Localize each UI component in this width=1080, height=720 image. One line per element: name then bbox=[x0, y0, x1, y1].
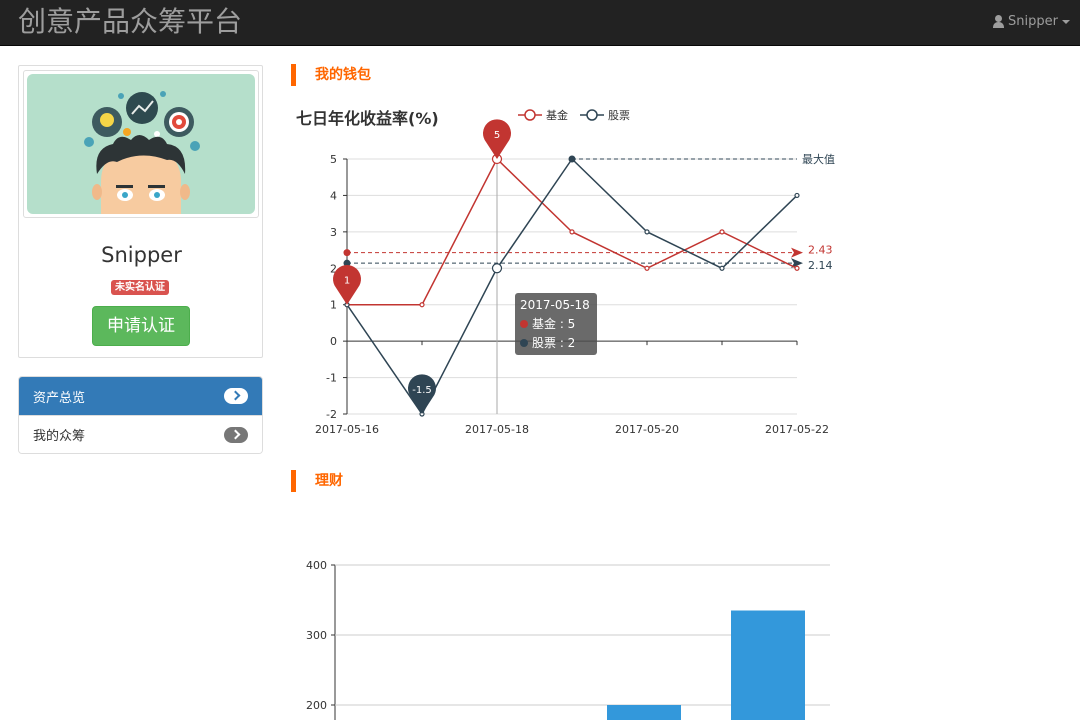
caret-down-icon bbox=[1062, 19, 1070, 24]
menu-item-my-crowdfunding[interactable]: 我的众筹 bbox=[19, 415, 262, 453]
chart-series bbox=[344, 153, 800, 417]
series-line bbox=[346, 157, 798, 416]
y-tick-label: 300 bbox=[306, 629, 327, 642]
profile-panel: Snipper 未实名认证 申请认证 bbox=[18, 65, 263, 358]
data-point bbox=[644, 265, 650, 271]
y-tick-label: -2 bbox=[326, 408, 337, 421]
y-tick-label: 3 bbox=[330, 226, 337, 239]
menu-item-asset-overview[interactable]: 资产总览 bbox=[19, 377, 262, 415]
mark-point-label: 1 bbox=[344, 276, 350, 287]
y-tick-label: -1 bbox=[326, 372, 337, 385]
y-tick-label: 1 bbox=[330, 299, 337, 312]
mark-point-label: 5 bbox=[494, 130, 500, 141]
tooltip-swatch bbox=[520, 339, 528, 347]
user-icon bbox=[992, 15, 1005, 28]
menu-item-label: 我的众筹 bbox=[33, 429, 86, 444]
tooltip-row: 股票 : 2 bbox=[532, 336, 575, 350]
apply-verification-button[interactable]: 申请认证 bbox=[92, 306, 190, 346]
legend-label: 股票 bbox=[608, 109, 630, 122]
data-point bbox=[794, 192, 800, 199]
chart-mark-lines: 2.43 2.14 最大值 bbox=[343, 152, 835, 272]
data-point bbox=[719, 265, 725, 271]
data-point bbox=[644, 229, 650, 235]
verification-status-badge: 未实名认证 bbox=[111, 280, 169, 295]
yield-line-chart: 七日年化收益率(%) 基金 股票 543210-1-22017-05-16 2017… bbox=[296, 108, 835, 436]
avatar-frame bbox=[23, 70, 259, 218]
mark-line-label: 2.14 bbox=[808, 259, 833, 272]
finance-bar-chart: 400 300 200 bbox=[306, 559, 830, 720]
mark-line-label: 最大值 bbox=[802, 152, 835, 166]
data-point bbox=[719, 229, 725, 235]
avatar bbox=[27, 74, 255, 214]
mark-line-start bbox=[343, 249, 351, 257]
chevron-right-icon bbox=[224, 388, 248, 404]
side-menu: 资产总览 我的众筹 bbox=[18, 376, 263, 454]
tooltip-row: 基金 : 5 bbox=[532, 316, 575, 331]
profile-username: Snipper bbox=[101, 243, 182, 267]
legend-label: 基金 bbox=[546, 108, 568, 122]
bar bbox=[731, 610, 805, 720]
user-menu[interactable]: Snipper bbox=[992, 14, 1070, 29]
x-tick-label: 2017-05-18 bbox=[465, 423, 529, 436]
mark-line-label: 2.43 bbox=[808, 244, 833, 257]
y-tick-label: 200 bbox=[306, 699, 327, 712]
data-point bbox=[569, 229, 575, 235]
bar-chart-bars bbox=[607, 610, 805, 720]
brand-title[interactable]: 创意产品众筹平台 bbox=[18, 4, 242, 40]
y-tick-label: 400 bbox=[306, 559, 327, 572]
chart-grid bbox=[347, 158, 797, 415]
data-point bbox=[794, 265, 800, 271]
chart-title: 七日年化收益率(%) bbox=[296, 109, 439, 128]
data-point bbox=[568, 155, 576, 163]
chart-legend[interactable]: 基金 股票 bbox=[518, 108, 630, 122]
tooltip-swatch bbox=[520, 320, 528, 328]
top-navbar: 创意产品众筹平台 Snipper bbox=[0, 0, 1080, 46]
data-point bbox=[491, 263, 503, 274]
user-menu-label: Snipper bbox=[1008, 14, 1058, 29]
y-tick-label: 5 bbox=[330, 153, 337, 166]
mark-line-arrow bbox=[791, 247, 803, 258]
y-tick-label: 0 bbox=[330, 335, 337, 348]
legend-marker bbox=[586, 109, 598, 121]
x-tick-label: 2017-05-22 bbox=[765, 423, 829, 436]
y-tick-label: 4 bbox=[330, 189, 337, 202]
menu-item-label: 资产总览 bbox=[33, 390, 86, 406]
x-tick-label: 2017-05-20 bbox=[615, 423, 679, 436]
section-title-finance: 理财 bbox=[291, 470, 343, 492]
data-point bbox=[419, 302, 425, 308]
mark-point-label: -1.5 bbox=[412, 385, 432, 396]
legend-marker bbox=[524, 109, 536, 121]
chart-mark-points: 5 1 -1.5 bbox=[333, 119, 511, 414]
chevron-right-icon bbox=[224, 426, 248, 443]
bar bbox=[607, 705, 681, 720]
x-tick-label: 2017-05-16 bbox=[315, 423, 379, 436]
tooltip-date: 2017-05-18 bbox=[520, 298, 590, 312]
chart-tooltip: 2017-05-18 基金 : 5 股票 : 2 bbox=[515, 293, 597, 355]
section-title-wallet: 我的钱包 bbox=[291, 64, 371, 86]
